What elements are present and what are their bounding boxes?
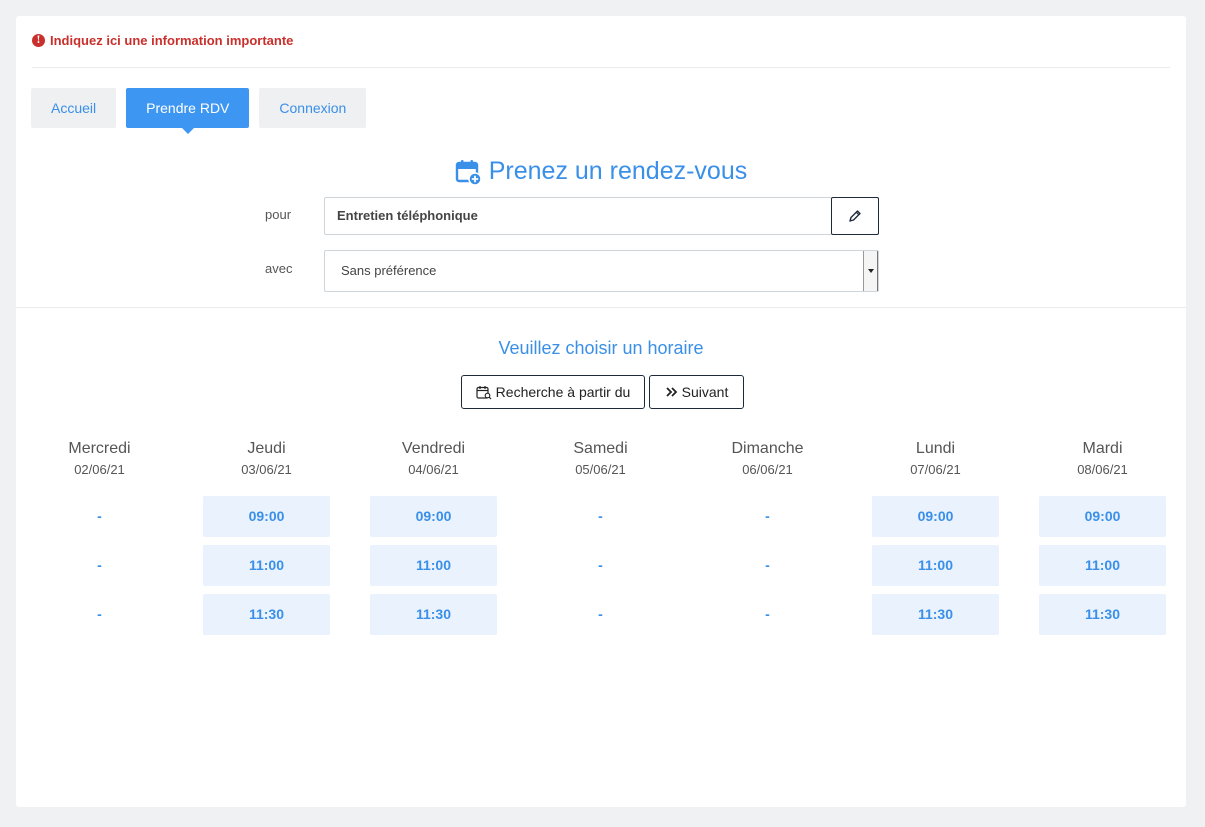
day-date: 08/06/21 [1077,462,1128,477]
service-field[interactable]: Entretien téléphonique [324,197,832,235]
day-date: 05/06/21 [575,462,626,477]
day-date: 07/06/21 [910,462,961,477]
main-card: ! Indiquez ici une information important… [16,16,1186,807]
nav-tabs: Accueil Prendre RDV Connexion [31,88,376,134]
divider [32,67,1170,68]
time-slot-unavailable: - [598,606,603,622]
avec-selected-value: Sans préférence [341,263,437,278]
time-slot-button[interactable]: 11:30 [1039,594,1166,635]
day-name: Dimanche [731,440,804,457]
chevron-down-icon[interactable] [863,251,878,291]
time-slot-button[interactable]: 11:30 [203,594,330,635]
day-date: 06/06/21 [742,462,793,477]
day-name: Vendredi [401,440,466,457]
time-slot-button[interactable]: 09:00 [370,496,497,537]
day-date: 03/06/21 [241,462,292,477]
time-slot-button[interactable]: 11:30 [872,594,999,635]
time-slot-unavailable: - [97,606,102,622]
day-name: Samedi [573,440,628,457]
pour-label: pour [265,207,292,222]
day-name: Lundi [915,440,956,457]
alert-text: Indiquez ici une information importante [50,33,294,48]
page-title: Prenez un rendez-vous [16,157,1186,186]
day-header-2: Vendredi 04/06/21 [370,440,497,477]
exclamation-circle-icon: ! [32,34,45,47]
double-chevron-right-icon [666,387,677,397]
time-slot-unavailable: - [598,508,603,524]
title-text: Prenez un rendez-vous [488,157,748,185]
search-from-date-label: Recherche à partir du [495,384,631,400]
day-date: 02/06/21 [74,462,125,477]
avec-select[interactable]: Sans préférence [324,250,879,292]
time-slot-button[interactable]: 11:30 [370,594,497,635]
time-slot-unavailable: - [97,508,102,524]
time-slot-unavailable: - [765,557,770,573]
day-name: Jeudi [247,440,286,457]
time-slot-unavailable: - [765,606,770,622]
time-slot-button[interactable]: 09:00 [872,496,999,537]
time-slot-unavailable: - [765,508,770,524]
time-slot-button[interactable]: 11:00 [370,545,497,586]
time-slot-button[interactable]: 11:00 [872,545,999,586]
divider [16,307,1186,308]
schedule-title: Veuillez choisir un horaire [498,338,704,358]
time-slot-button[interactable]: 11:00 [1039,545,1166,586]
day-date: 04/06/21 [408,462,459,477]
pencil-icon [849,210,861,222]
important-alert: ! Indiquez ici une information important… [32,33,293,48]
day-header-1: Jeudi 03/06/21 [203,440,330,477]
day-name: Mardi [1082,440,1123,457]
day-header-3: Samedi 05/06/21 [537,440,664,477]
time-slot-button[interactable]: 09:00 [1039,496,1166,537]
next-week-button[interactable]: Suivant [649,375,744,409]
time-slot-button[interactable]: 11:00 [203,545,330,586]
day-header-6: Mardi 08/06/21 [1039,440,1166,477]
tab-connexion[interactable]: Connexion [259,88,367,128]
avec-label: avec [265,261,293,276]
time-slot-button[interactable]: 09:00 [203,496,330,537]
time-slot-unavailable: - [97,557,102,573]
calendar-plus-icon [455,159,481,185]
day-header-0: Mercredi 02/06/21 [36,440,163,477]
search-from-date-button[interactable]: Recherche à partir du [461,375,645,409]
edit-service-button[interactable] [831,197,879,235]
day-header-4: Dimanche 06/06/21 [704,440,831,477]
calendar-search-icon [476,385,492,399]
time-slot-unavailable: - [598,557,603,573]
next-week-label: Suivant [681,384,729,400]
tab-prendre-rdv[interactable]: Prendre RDV [126,88,250,134]
day-name: Mercredi [68,440,131,457]
day-header-5: Lundi 07/06/21 [872,440,999,477]
tab-accueil[interactable]: Accueil [31,88,117,128]
